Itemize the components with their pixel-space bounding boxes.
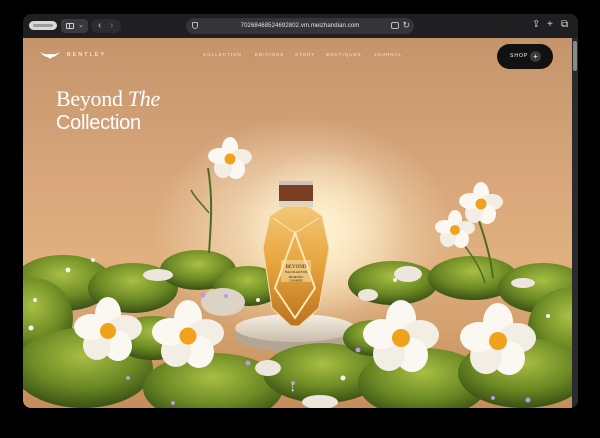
history-buttons: ‹ › bbox=[91, 19, 121, 33]
headline-word-the: The bbox=[127, 86, 160, 111]
new-tab-icon[interactable]: + bbox=[547, 18, 553, 32]
chevron-down-icon: ⌄ bbox=[78, 22, 84, 29]
hero-headline-line2: Collection bbox=[56, 112, 141, 134]
page-scrollbar[interactable] bbox=[572, 38, 578, 408]
browser-toolbar: ⌄ ‹ › 70268468524692802.vm.meizhandian.c… bbox=[23, 14, 578, 38]
forward-arrow-icon[interactable]: › bbox=[110, 20, 113, 31]
tab-overview-icon[interactable]: ⧉ bbox=[561, 18, 568, 32]
hero-headline-line1: Beyond The bbox=[56, 87, 160, 111]
sidebar-icon bbox=[66, 23, 74, 29]
url-text: 70268468524692802.vm.meizhandian.com bbox=[240, 23, 360, 29]
brand-name[interactable]: BENTLEY bbox=[67, 51, 106, 59]
bottle-name: BEYOND bbox=[286, 265, 307, 270]
sidebar-toggle-button[interactable]: ⌄ bbox=[61, 19, 88, 33]
nav-editions[interactable]: EDITIONS bbox=[255, 52, 284, 58]
window-controls[interactable] bbox=[29, 21, 57, 30]
nav-story[interactable]: STORY bbox=[295, 52, 315, 58]
scroll-down-arrow-icon[interactable]: ↓ bbox=[290, 382, 296, 394]
shop-button[interactable]: SHOP + bbox=[497, 44, 553, 69]
bottle-variant-sub: CASHMERE bbox=[289, 280, 302, 283]
shop-label: SHOP bbox=[510, 53, 529, 59]
nav-boutiques[interactable]: BOUTIQUES bbox=[326, 52, 362, 58]
browser-window: ⌄ ‹ › 70268468524692802.vm.meizhandian.c… bbox=[23, 14, 578, 408]
headline-word-beyond: Beyond bbox=[56, 86, 123, 111]
bottle-subtitle: THE COLLECTION bbox=[285, 270, 308, 274]
bottle-variant: MAJESTIC bbox=[289, 275, 305, 279]
nav-collection[interactable]: COLLECTION bbox=[203, 52, 242, 58]
bentley-wings-logo[interactable] bbox=[39, 49, 61, 63]
plus-icon: + bbox=[530, 51, 541, 62]
nav-journal[interactable]: JOURNAL bbox=[374, 52, 402, 58]
web-page: BEYOND THE COLLECTION MAJESTIC CASHMERE bbox=[23, 38, 572, 408]
address-bar[interactable]: 70268468524692802.vm.meizhandian.com ↻ bbox=[186, 18, 414, 34]
share-icon[interactable]: ⇪ bbox=[532, 18, 540, 32]
translate-icon[interactable] bbox=[391, 22, 399, 29]
reload-icon[interactable]: ↻ bbox=[402, 20, 410, 31]
back-arrow-icon[interactable]: ‹ bbox=[98, 20, 101, 31]
scrollbar-thumb[interactable] bbox=[573, 41, 577, 71]
